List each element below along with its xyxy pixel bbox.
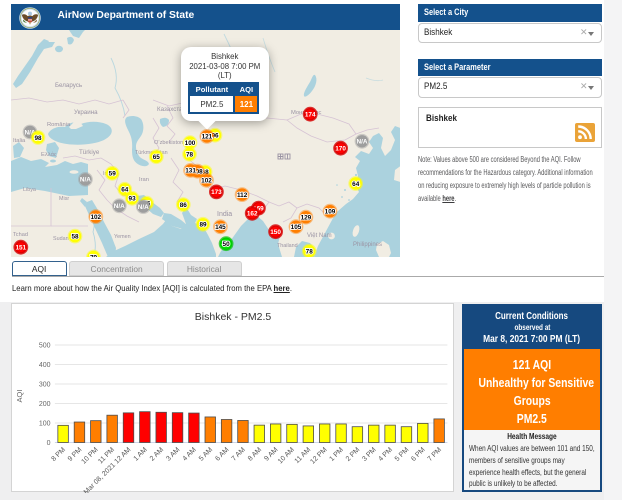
svg-text:1 AM: 1 AM xyxy=(132,446,148,462)
svg-text:0: 0 xyxy=(46,439,50,446)
svg-text:112: 112 xyxy=(236,192,247,199)
svg-text:AQI: AQI xyxy=(15,389,24,402)
svg-text:78: 78 xyxy=(305,248,313,255)
svg-text:Italia: Italia xyxy=(13,138,26,144)
svg-text:64: 64 xyxy=(352,181,360,188)
svg-text:Ελλάς: Ελλάς xyxy=(41,151,57,158)
svg-text:7 AM: 7 AM xyxy=(230,446,246,462)
svg-text:4 PM: 4 PM xyxy=(377,446,394,463)
svg-text:145: 145 xyxy=(215,224,226,231)
svg-text:Sudan: Sudan xyxy=(53,236,69,242)
svg-text:12 PM: 12 PM xyxy=(309,446,328,465)
svg-text:5 AM: 5 AM xyxy=(198,446,214,462)
svg-text:151: 151 xyxy=(15,244,26,251)
svg-text:174: 174 xyxy=(304,111,315,118)
svg-text:N/A: N/A xyxy=(137,204,148,211)
svg-text:131: 131 xyxy=(185,168,196,175)
svg-text:86: 86 xyxy=(179,202,187,209)
svg-text:102: 102 xyxy=(90,214,101,221)
svg-text:5 PM: 5 PM xyxy=(393,446,410,463)
svg-text:500: 500 xyxy=(38,342,50,349)
svg-text:Беларусь: Беларусь xyxy=(55,82,82,89)
svg-text:Yemen: Yemen xyxy=(114,234,131,240)
svg-text:400: 400 xyxy=(38,361,50,368)
svg-text:78: 78 xyxy=(185,151,193,158)
svg-text:Iran: Iran xyxy=(139,177,149,183)
svg-text:121: 121 xyxy=(201,134,212,141)
svg-text:Philippines: Philippines xyxy=(353,242,382,248)
svg-text:65: 65 xyxy=(152,154,160,161)
svg-text:2 PM: 2 PM xyxy=(344,446,361,463)
svg-text:Tchad: Tchad xyxy=(13,232,28,238)
svg-text:Thailand: Thailand xyxy=(277,243,298,249)
svg-text:4 AM: 4 AM xyxy=(181,446,197,462)
svg-text:89: 89 xyxy=(199,222,207,229)
svg-text:300: 300 xyxy=(38,381,50,388)
svg-text:N/A: N/A xyxy=(79,177,90,184)
svg-text:1 PM: 1 PM xyxy=(328,446,345,463)
svg-text:6 PM: 6 PM xyxy=(410,446,427,463)
svg-text:8 PM: 8 PM xyxy=(50,446,67,463)
svg-text:Oʻzbekiston: Oʻzbekiston xyxy=(154,139,183,146)
svg-text:Misr: Misr xyxy=(59,196,69,202)
svg-text:10 AM: 10 AM xyxy=(277,446,296,465)
svg-text:93: 93 xyxy=(128,196,136,203)
svg-text:3 AM: 3 AM xyxy=(165,446,181,462)
svg-text:58: 58 xyxy=(71,233,79,240)
svg-text:Bishkek - PM2.5: Bishkek - PM2.5 xyxy=(194,311,271,323)
svg-text:India: India xyxy=(217,211,232,218)
svg-text:170: 170 xyxy=(335,145,346,152)
svg-text:162: 162 xyxy=(246,211,257,218)
svg-text:Libya: Libya xyxy=(23,187,36,193)
svg-text:România: România xyxy=(47,122,71,128)
svg-text:100: 100 xyxy=(184,140,195,147)
svg-text:10 PM: 10 PM xyxy=(80,446,99,465)
svg-text:Украина: Украина xyxy=(74,109,98,116)
svg-text:150: 150 xyxy=(270,229,281,236)
svg-text:100: 100 xyxy=(38,420,50,427)
svg-text:98: 98 xyxy=(34,135,42,142)
svg-text:6 AM: 6 AM xyxy=(214,446,230,462)
svg-text:105: 105 xyxy=(290,224,301,231)
svg-text:129: 129 xyxy=(300,214,311,221)
svg-text:109: 109 xyxy=(324,208,335,215)
svg-text:102: 102 xyxy=(201,178,212,185)
svg-text:200: 200 xyxy=(38,400,50,407)
svg-text:79: 79 xyxy=(89,254,97,257)
svg-text:2 AM: 2 AM xyxy=(148,446,164,462)
svg-text:N/A: N/A xyxy=(113,203,124,210)
svg-text:3 PM: 3 PM xyxy=(361,446,378,463)
svg-text:7 PM: 7 PM xyxy=(426,446,443,463)
svg-text:50: 50 xyxy=(222,241,230,248)
svg-text:173: 173 xyxy=(211,189,222,196)
svg-text:N/A: N/A xyxy=(356,139,367,146)
svg-text:Türkiye: Türkiye xyxy=(79,149,100,156)
svg-text:Việt Nam: Việt Nam xyxy=(307,233,332,239)
svg-text:8 AM: 8 AM xyxy=(247,446,263,462)
svg-text:59: 59 xyxy=(108,171,116,178)
